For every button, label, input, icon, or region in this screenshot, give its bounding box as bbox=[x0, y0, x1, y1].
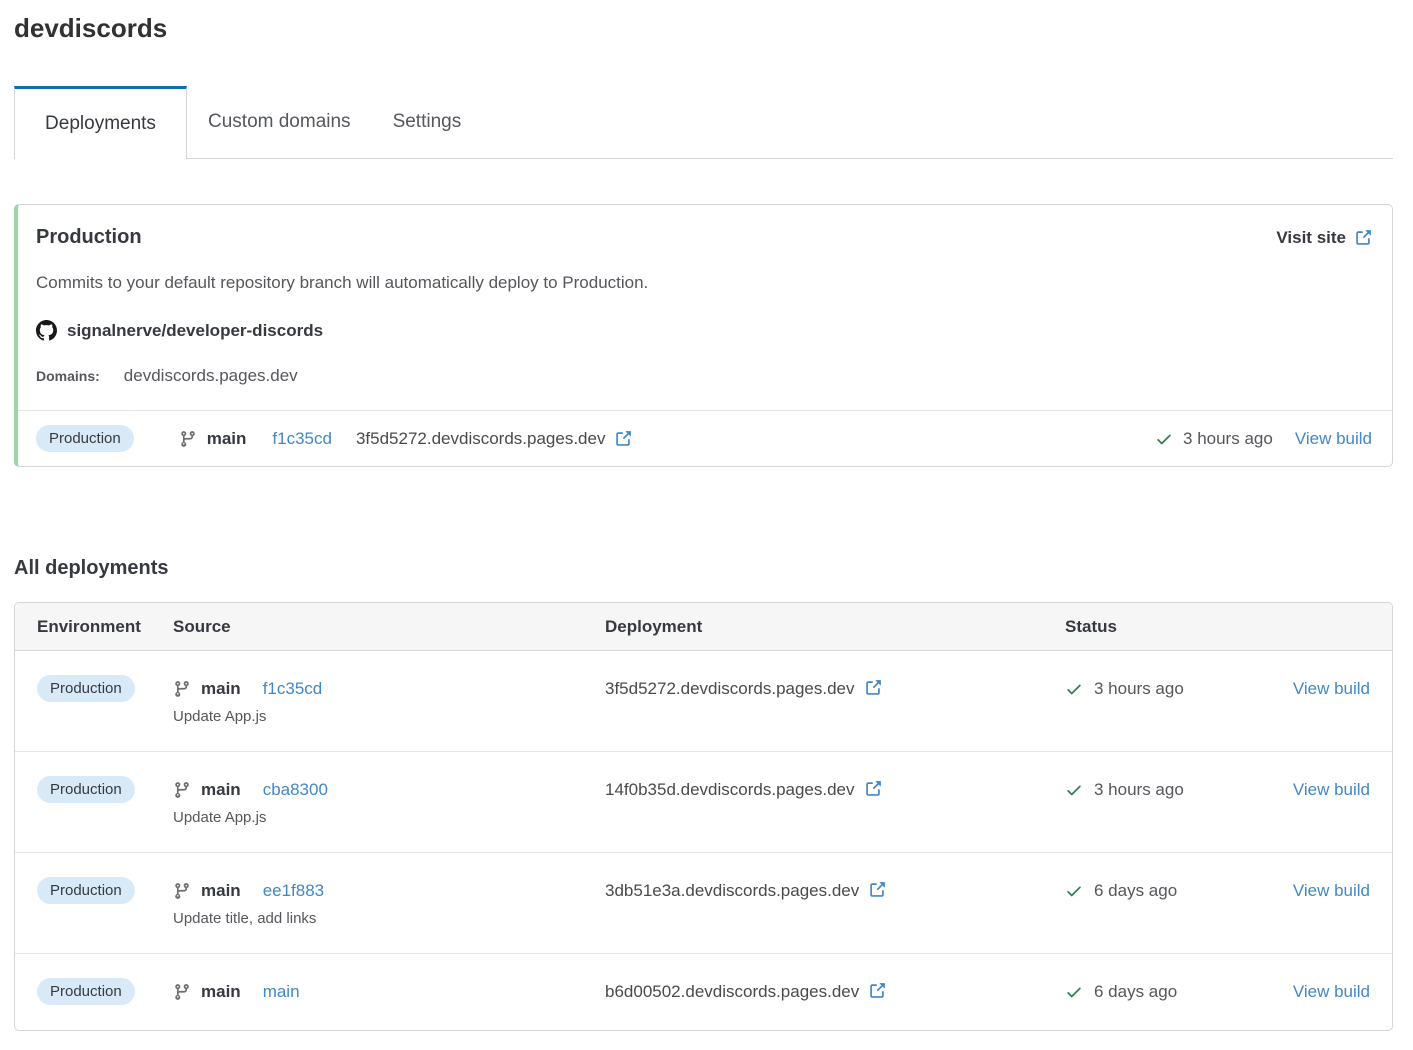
commit-message: Update title, add links bbox=[173, 909, 605, 929]
production-card: Production Visit site Commits to your de… bbox=[14, 204, 1393, 467]
table-row: Production main ee1f883 Update title, ad… bbox=[15, 852, 1392, 953]
deployment-url: 14f0b35d.devdiscords.pages.dev bbox=[605, 780, 855, 799]
external-link-icon[interactable] bbox=[868, 881, 886, 899]
deployments-table: Environment Source Deployment Status Pro… bbox=[14, 602, 1393, 1031]
environment-badge: Production bbox=[37, 675, 135, 702]
view-build-link[interactable]: View build bbox=[1293, 780, 1370, 799]
check-icon bbox=[1065, 680, 1083, 698]
deployment-url: 3db51e3a.devdiscords.pages.dev bbox=[605, 881, 859, 900]
external-link-icon[interactable] bbox=[614, 430, 632, 448]
column-header-source: Source bbox=[173, 617, 605, 637]
deployment-time: 3 hours ago bbox=[1094, 675, 1184, 702]
external-link-icon[interactable] bbox=[864, 780, 882, 798]
check-icon bbox=[1065, 781, 1083, 799]
branch-name: main bbox=[201, 978, 241, 1005]
commit-link[interactable]: f1c35cd bbox=[272, 429, 332, 449]
environment-badge: Production bbox=[37, 978, 135, 1005]
tab-custom-domains[interactable]: Custom domains bbox=[187, 86, 372, 158]
environment-badge: Production bbox=[37, 877, 135, 904]
pages-project-page: devdiscords Deployments Custom domains S… bbox=[0, 13, 1413, 1031]
repo-link[interactable]: signalnerve/developer-discords bbox=[67, 321, 323, 341]
branch-name: main bbox=[201, 675, 241, 702]
view-build-link[interactable]: View build bbox=[1293, 982, 1370, 1001]
view-build-link[interactable]: View build bbox=[1295, 429, 1372, 449]
view-build-link[interactable]: View build bbox=[1293, 881, 1370, 900]
git-branch-icon bbox=[179, 430, 197, 448]
external-link-icon[interactable] bbox=[868, 982, 886, 1000]
deployment-time: 6 days ago bbox=[1094, 978, 1177, 1005]
external-link-icon bbox=[1354, 229, 1372, 247]
git-branch-icon bbox=[173, 983, 191, 1001]
commit-link[interactable]: main bbox=[263, 978, 300, 1005]
page-title: devdiscords bbox=[14, 13, 1393, 44]
commit-link[interactable]: f1c35cd bbox=[263, 675, 323, 702]
tab-deployments[interactable]: Deployments bbox=[14, 86, 187, 159]
branch-name: main bbox=[207, 429, 247, 449]
git-branch-icon bbox=[173, 680, 191, 698]
view-build-link[interactable]: View build bbox=[1293, 679, 1370, 698]
branch-name: main bbox=[201, 776, 241, 803]
production-card-title: Production bbox=[36, 226, 142, 249]
commit-message: Update App.js bbox=[173, 808, 605, 828]
visit-site-link[interactable]: Visit site bbox=[1276, 228, 1372, 248]
environment-badge: Production bbox=[37, 776, 135, 803]
deployment-time: 3 hours ago bbox=[1183, 429, 1273, 449]
deployment-time: 6 days ago bbox=[1094, 877, 1177, 904]
branch-name: main bbox=[201, 877, 241, 904]
domains-value: devdiscords.pages.dev bbox=[124, 366, 298, 386]
external-link-icon[interactable] bbox=[864, 679, 882, 697]
production-description: Commits to your default repository branc… bbox=[36, 272, 1372, 294]
deployment-time: 3 hours ago bbox=[1094, 776, 1184, 803]
column-header-environment: Environment bbox=[37, 617, 173, 637]
check-icon bbox=[1155, 430, 1173, 448]
production-deployment-row: Production main f1c35cd 3f5d5272.devdisc… bbox=[18, 410, 1392, 466]
git-branch-icon bbox=[173, 882, 191, 900]
tab-bar: Deployments Custom domains Settings bbox=[14, 86, 1393, 159]
table-row: Production main f1c35cd Update App.js 3f… bbox=[15, 651, 1392, 751]
column-header-status: Status bbox=[1065, 617, 1284, 637]
table-row: Production main cba8300 Update App.js 14… bbox=[15, 751, 1392, 852]
visit-site-label: Visit site bbox=[1276, 228, 1346, 248]
table-header-row: Environment Source Deployment Status bbox=[15, 603, 1392, 651]
commit-message: Update App.js bbox=[173, 707, 605, 727]
table-row: Production main main b6d00502.devdiscord… bbox=[15, 953, 1392, 1030]
commit-link[interactable]: cba8300 bbox=[263, 776, 328, 803]
all-deployments-title: All deployments bbox=[14, 557, 1393, 580]
environment-badge: Production bbox=[36, 425, 134, 452]
check-icon bbox=[1065, 983, 1083, 1001]
deployment-url: b6d00502.devdiscords.pages.dev bbox=[605, 982, 859, 1001]
domains-label: Domains: bbox=[36, 368, 100, 384]
deployment-url: 3f5d5272.devdiscords.pages.dev bbox=[356, 429, 606, 449]
check-icon bbox=[1065, 882, 1083, 900]
column-header-deployment: Deployment bbox=[605, 617, 1065, 637]
github-icon bbox=[36, 320, 57, 341]
commit-link[interactable]: ee1f883 bbox=[263, 877, 324, 904]
tab-settings[interactable]: Settings bbox=[372, 86, 483, 158]
git-branch-icon bbox=[173, 781, 191, 799]
deployment-url: 3f5d5272.devdiscords.pages.dev bbox=[605, 679, 855, 698]
